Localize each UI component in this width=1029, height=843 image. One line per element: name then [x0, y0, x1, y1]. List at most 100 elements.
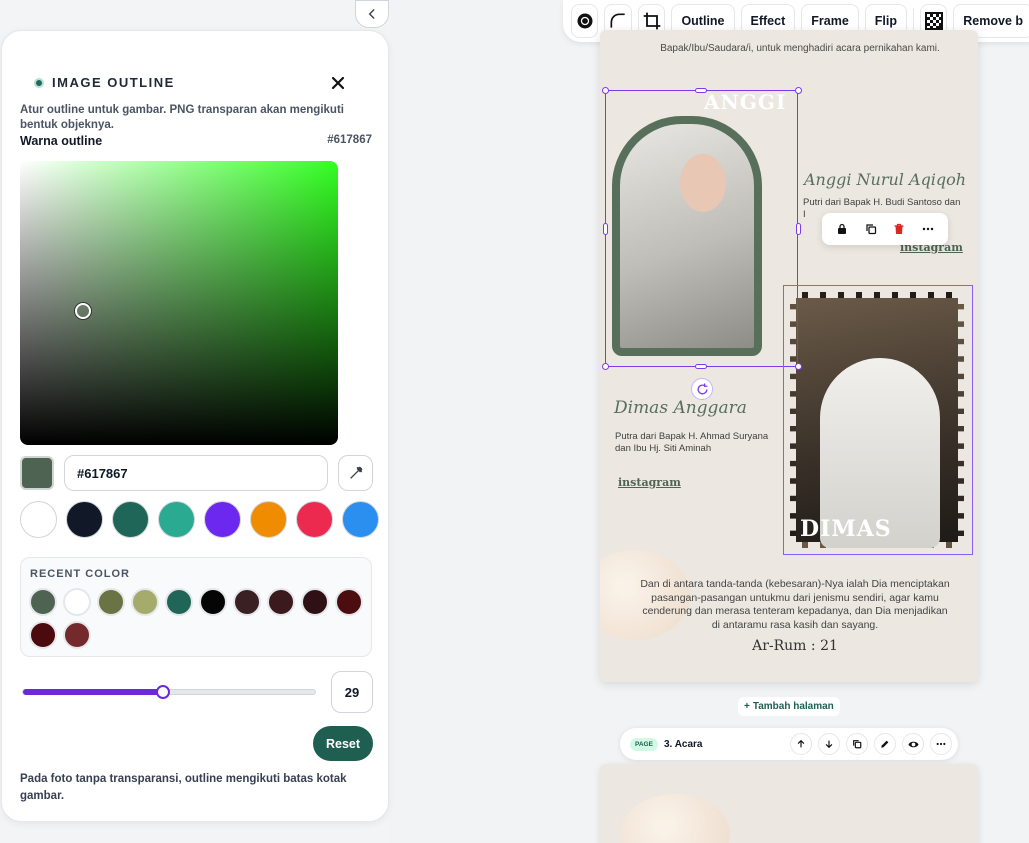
more-options-button[interactable] — [920, 221, 936, 237]
collapse-panel-button[interactable] — [355, 0, 389, 28]
color-saturation-picker[interactable] — [20, 161, 338, 445]
current-color-swatch — [20, 456, 54, 490]
page-name[interactable]: 3. Acara — [664, 739, 790, 750]
recent-color-swatch[interactable] — [63, 588, 91, 616]
circle-outline-icon — [577, 13, 593, 29]
duplicate-button[interactable] — [863, 221, 879, 237]
page-tag: PAGE — [630, 737, 658, 751]
preset-color-swatch[interactable] — [112, 501, 149, 538]
cloud-decoration — [620, 794, 730, 843]
recent-color-swatch[interactable] — [233, 588, 261, 616]
move-page-up-button[interactable] — [790, 733, 812, 755]
page-actions — [790, 733, 952, 755]
preset-color-swatch[interactable] — [296, 501, 333, 538]
resize-handle-right[interactable] — [796, 223, 801, 235]
crop-icon — [643, 12, 661, 30]
recent-color-swatch[interactable] — [199, 588, 227, 616]
preset-color-swatch[interactable] — [342, 501, 379, 538]
groom-instagram-link[interactable]: instagram — [618, 476, 681, 489]
verse-reference: Ar-Rum : 21 — [752, 638, 838, 654]
trash-icon — [894, 223, 904, 234]
panel-description: Atur outline untuk gambar. PNG transpara… — [20, 104, 344, 131]
close-icon[interactable] — [328, 73, 348, 93]
groom-name: Dimas Anggara — [614, 398, 747, 418]
checkerboard-icon — [924, 12, 943, 30]
arrow-up-icon — [797, 739, 805, 748]
color-picker-handle[interactable] — [75, 303, 91, 319]
slider-fill — [23, 689, 164, 695]
image-outline-panel: IMAGE OUTLINE Atur outline untuk gambar.… — [1, 30, 389, 822]
next-page-preview[interactable] — [600, 764, 978, 843]
eye-icon — [907, 741, 919, 747]
toggle-visibility-button[interactable] — [902, 733, 924, 755]
outline-color-hex: #617867 — [327, 134, 372, 146]
preset-color-swatch[interactable] — [66, 501, 103, 538]
resize-handle-left[interactable] — [603, 223, 608, 235]
quote-text: Dan di antara tanda-tanda (kebesaran)-Ny… — [640, 578, 950, 631]
move-page-down-button[interactable] — [818, 733, 840, 755]
reset-button[interactable]: Reset — [313, 726, 373, 761]
arrow-down-icon — [825, 740, 833, 749]
element-context-menu — [822, 213, 948, 245]
bride-name: Anggi Nurul Aqiqoh — [804, 170, 967, 189]
lock-icon — [838, 223, 847, 234]
outline-width-value[interactable]: 29 — [331, 671, 373, 713]
delete-button[interactable] — [891, 221, 907, 237]
recent-color-swatch[interactable] — [301, 588, 329, 616]
more-icon — [922, 227, 933, 231]
duplicate-page-button[interactable] — [846, 733, 868, 755]
groom-parents: Putra dari Bapak H. Ahmad Suryana dan Ib… — [615, 431, 769, 454]
edit-page-button[interactable] — [874, 733, 896, 755]
rotate-handle[interactable] — [691, 378, 713, 400]
corner-radius-icon — [610, 13, 625, 28]
resize-handle-bl[interactable] — [602, 363, 609, 370]
selection-box[interactable] — [605, 90, 798, 367]
resize-handle-bottom[interactable] — [695, 364, 707, 369]
recent-color-swatch[interactable] — [63, 621, 91, 649]
copy-icon — [866, 224, 876, 235]
hover-box-groom — [783, 285, 973, 555]
copy-icon — [853, 740, 862, 749]
panel-title: IMAGE OUTLINE — [52, 75, 175, 90]
recent-color-swatch[interactable] — [335, 588, 363, 616]
more-icon — [936, 742, 946, 746]
preset-color-swatch[interactable] — [250, 501, 287, 538]
resize-handle-tl[interactable] — [602, 87, 609, 94]
panel-header: IMAGE OUTLINE — [34, 75, 175, 90]
resize-handle-top[interactable] — [695, 88, 707, 93]
status-dot-icon — [34, 77, 44, 88]
lock-button[interactable] — [834, 221, 850, 237]
invite-text: Bapak/Ibu/Saudara/i, untuk menghadiri ac… — [660, 43, 940, 54]
recent-color-swatch[interactable] — [267, 588, 295, 616]
outline-width-slider[interactable] — [22, 685, 316, 699]
add-page-label: Tambah halaman — [752, 701, 834, 712]
preset-color-swatch[interactable] — [20, 501, 57, 538]
preset-color-swatch[interactable] — [204, 501, 241, 538]
chevron-left-icon — [368, 9, 375, 19]
recent-colors-box: RECENT COLOR — [20, 557, 372, 657]
rotate-icon — [697, 383, 707, 394]
recent-colors-grid — [29, 588, 369, 649]
page-more-button[interactable] — [930, 733, 952, 755]
panel-footnote: Pada foto tanpa transparansi, outline me… — [20, 773, 347, 802]
recent-colors-title: RECENT COLOR — [30, 568, 130, 580]
eyedropper-button[interactable] — [338, 455, 373, 491]
resize-handle-tr[interactable] — [795, 87, 802, 94]
recent-color-swatch[interactable] — [165, 588, 193, 616]
pencil-icon — [881, 740, 889, 748]
hex-color-input[interactable] — [64, 455, 328, 491]
outline-color-label: Warna outline — [20, 134, 103, 148]
eyedropper-icon — [349, 466, 362, 479]
plus-icon: + — [744, 701, 750, 712]
slider-thumb[interactable] — [156, 685, 171, 699]
preset-color-swatch[interactable] — [158, 501, 195, 538]
recent-color-swatch[interactable] — [131, 588, 159, 616]
add-page-button[interactable]: + Tambah halaman — [738, 697, 840, 716]
recent-color-swatch[interactable] — [29, 588, 57, 616]
page-controls-bar: PAGE 3. Acara — [620, 728, 958, 760]
recent-color-swatch[interactable] — [97, 588, 125, 616]
outline-shape-button[interactable] — [571, 4, 599, 38]
preset-color-list — [20, 501, 379, 538]
color-label-row: Warna outline #617867 — [20, 134, 372, 148]
recent-color-swatch[interactable] — [29, 621, 57, 649]
